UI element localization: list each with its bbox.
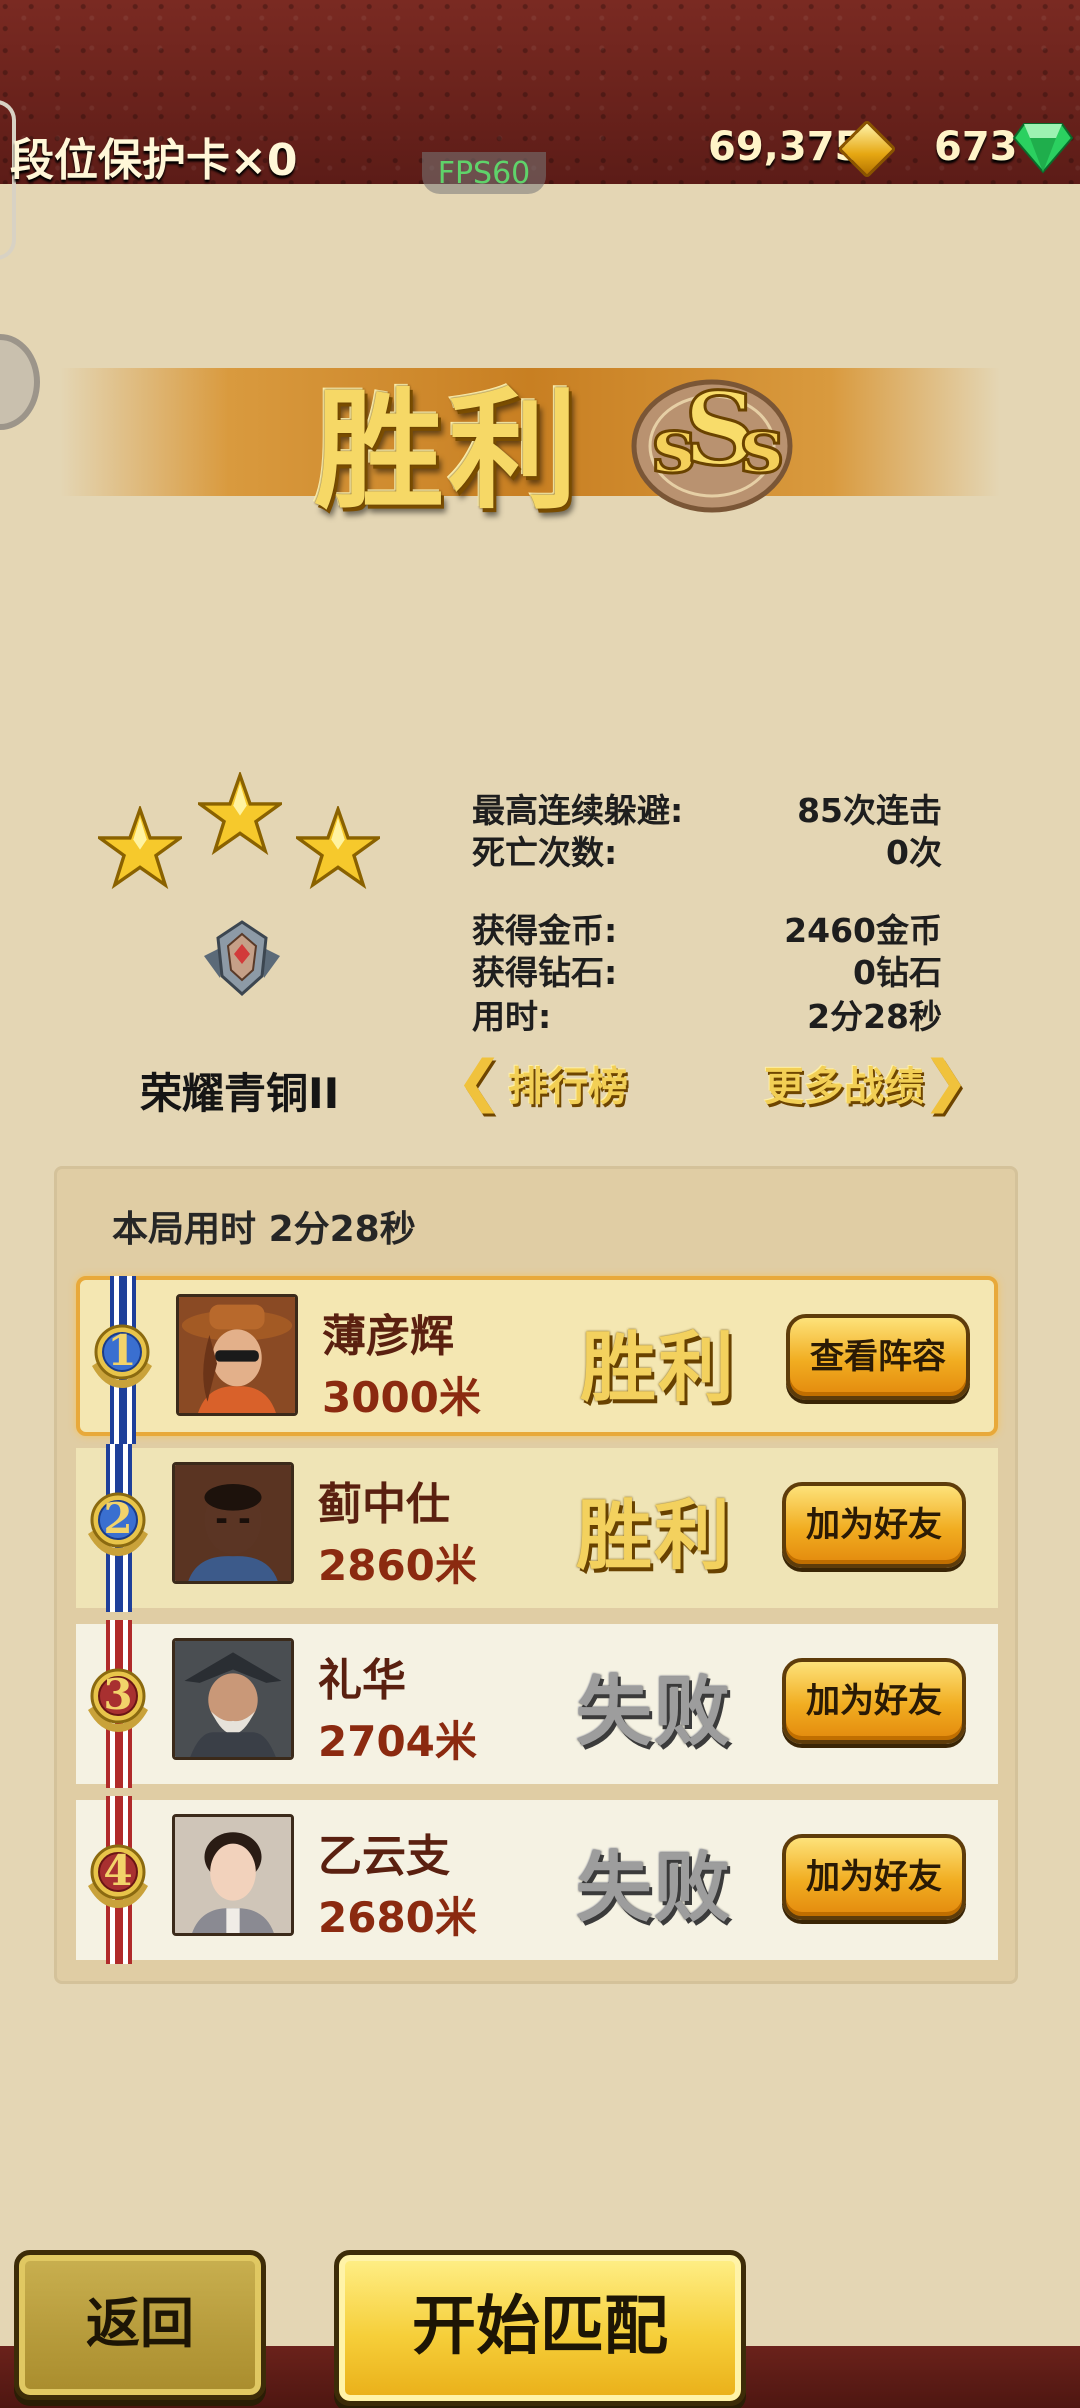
player-row[interactable]: 2 蓟中仕 2860米 胜利 加为好友 bbox=[76, 1444, 998, 1612]
start-matching-button[interactable]: 开始匹配 bbox=[334, 2250, 746, 2406]
rank-protection-card-count: 段位保护卡×0 bbox=[10, 135, 298, 186]
gold-earned-value: 2460金币 bbox=[784, 911, 942, 950]
rank-number: 2 bbox=[103, 1494, 133, 1543]
match-result: 失败 bbox=[576, 1667, 732, 1756]
add-friend-button[interactable]: 加为好友 bbox=[782, 1482, 966, 1568]
sss-grade-badge: s S s bbox=[631, 369, 793, 513]
match-result: 胜利 bbox=[576, 1491, 732, 1580]
player-name: 薄彦辉 bbox=[322, 1311, 454, 1362]
match-time-label: 本局用时 bbox=[112, 1209, 257, 1250]
star-icon bbox=[296, 806, 380, 890]
add-friend-button[interactable]: 加为好友 bbox=[782, 1834, 966, 1920]
death-count-label: 死亡次数: bbox=[472, 833, 618, 872]
player-distance: 2704米 bbox=[318, 1717, 477, 1766]
player-row[interactable]: 4 乙云支 2680米 失败 加为好友 bbox=[76, 1796, 998, 1964]
match-result: 失败 bbox=[576, 1843, 732, 1932]
match-time: 本局用时 2分28秒 bbox=[112, 1200, 416, 1252]
rank-number: 4 bbox=[103, 1846, 133, 1895]
player-row[interactable]: 3 礼华 2704米 失败 加为好友 bbox=[76, 1620, 998, 1788]
match-result: 胜利 bbox=[580, 1323, 736, 1412]
player-avatar[interactable] bbox=[172, 1462, 294, 1584]
player-avatar[interactable] bbox=[172, 1638, 294, 1760]
chevron-left-icon[interactable]: ❮ bbox=[456, 1052, 503, 1112]
rank-number: 3 bbox=[103, 1670, 133, 1719]
time-used-label: 用时: bbox=[472, 997, 552, 1036]
player-avatar[interactable] bbox=[176, 1294, 298, 1416]
leaderboard-link[interactable]: 排行榜 bbox=[508, 1054, 628, 1112]
player-name: 礼华 bbox=[318, 1655, 406, 1706]
fps-indicator: FPS60 bbox=[422, 152, 546, 194]
player-row[interactable]: 1 薄彦辉 3000米 胜利 查看阵容 bbox=[76, 1276, 998, 1444]
victory-title: 胜利 bbox=[314, 374, 583, 527]
view-lineup-button[interactable]: 查看阵容 bbox=[786, 1314, 970, 1400]
rank-number: 1 bbox=[107, 1326, 137, 1375]
match-time-value: 2分28秒 bbox=[268, 1209, 416, 1250]
death-count-value: 0次 bbox=[886, 833, 942, 872]
add-friend-button[interactable]: 加为好友 bbox=[782, 1658, 966, 1744]
star-icon bbox=[198, 772, 282, 856]
gem-icon bbox=[1012, 123, 1074, 174]
player-distance: 2680米 bbox=[318, 1893, 477, 1942]
time-used-value: 2分28秒 bbox=[807, 997, 942, 1036]
player-name: 蓟中仕 bbox=[318, 1479, 450, 1530]
svg-text:s: s bbox=[740, 400, 784, 491]
bronze-rank-emblem-icon bbox=[204, 920, 280, 997]
star-icon bbox=[98, 806, 182, 890]
chevron-right-icon[interactable]: ❯ bbox=[922, 1052, 969, 1112]
player-name: 乙云支 bbox=[318, 1831, 450, 1882]
gem-count: 673 bbox=[934, 124, 1018, 170]
back-button[interactable]: 返回 bbox=[14, 2250, 266, 2400]
floating-assistant-handle[interactable] bbox=[0, 334, 40, 430]
player-distance: 2860米 bbox=[318, 1541, 477, 1590]
max-combo-value: 85次连击 bbox=[797, 791, 942, 830]
player-avatar[interactable] bbox=[172, 1814, 294, 1936]
rank-name: 荣耀青铜II bbox=[140, 1069, 340, 1118]
diamond-earned-label: 获得钻石: bbox=[472, 953, 618, 992]
player-distance: 3000米 bbox=[322, 1373, 481, 1422]
more-records-link[interactable]: 更多战绩 bbox=[764, 1054, 924, 1112]
diamond-earned-value: 0钻石 bbox=[853, 953, 942, 992]
gold-earned-label: 获得金币: bbox=[472, 911, 618, 950]
